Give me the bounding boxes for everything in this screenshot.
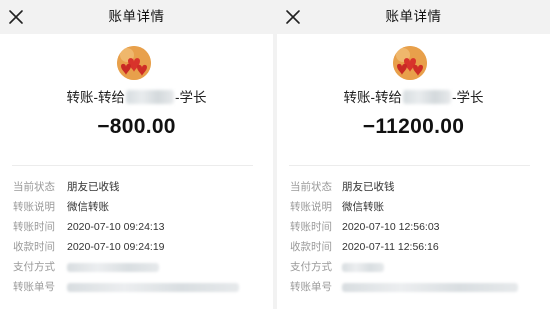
detail-label: 当前状态 (13, 181, 55, 193)
detail-row-payment-method: 支付方式 (0, 258, 273, 276)
detail-row-note: 转账说明 微信转账 (0, 198, 273, 216)
detail-label: 收款时间 (13, 241, 55, 253)
detail-value: 2020-07-11 12:56:16 (342, 241, 439, 253)
detail-value: 微信转账 (67, 201, 109, 213)
detail-row-receive-time: 收款时间 2020-07-11 12:56:16 (277, 238, 550, 256)
detail-label: 转账说明 (13, 201, 55, 213)
blurred-name (403, 90, 451, 104)
detail-label: 转账时间 (13, 221, 55, 233)
detail-label: 当前状态 (290, 181, 332, 193)
amount: −800.00 (97, 115, 176, 138)
detail-value: 2020-07-10 09:24:13 (67, 221, 165, 233)
detail-label: 转账单号 (13, 281, 55, 293)
detail-row-transfer-time: 转账时间 2020-07-10 09:24:13 (0, 218, 273, 236)
bill-detail-panel-right: 账单详情 转账-转给 -学长 −11200.00 当前状态 朋友已收钱 转账说明 … (277, 0, 550, 309)
top-bar: 账单详情 (0, 0, 273, 34)
detail-row-receive-time: 收款时间 2020-07-10 09:24:19 (0, 238, 273, 256)
detail-label: 支付方式 (13, 261, 55, 273)
payee-suffix: -学长 (452, 90, 484, 105)
detail-row-order-number: 转账单号 (0, 278, 273, 296)
payee-prefix: 转账-转给 (343, 90, 403, 105)
avatar-hearts-icon (393, 46, 427, 80)
page-title: 账单详情 (385, 9, 442, 24)
avatar (393, 46, 427, 80)
detail-row-status: 当前状态 朋友已收钱 (277, 178, 550, 196)
detail-value-blurred (342, 258, 384, 278)
amount: −11200.00 (362, 115, 465, 138)
detail-row-transfer-time: 转账时间 2020-07-10 12:56:03 (277, 218, 550, 236)
page-title: 账单详情 (108, 9, 165, 24)
avatar-hearts-icon (117, 46, 151, 80)
payee-line: 转账-转给 -学长 (0, 88, 273, 108)
payee-prefix: 转账-转给 (66, 90, 126, 105)
detail-row-status: 当前状态 朋友已收钱 (0, 178, 273, 196)
payee-line: 转账-转给 -学长 (277, 88, 550, 108)
top-bar: 账单详情 (277, 0, 550, 34)
avatar (117, 46, 151, 80)
divider (12, 165, 253, 166)
detail-value-blurred (67, 258, 159, 278)
divider (289, 165, 530, 166)
detail-value: 朋友已收钱 (342, 181, 395, 193)
detail-value: 2020-07-10 12:56:03 (342, 221, 440, 233)
detail-label: 收款时间 (290, 241, 332, 253)
detail-label: 支付方式 (290, 261, 332, 273)
detail-value-blurred (342, 278, 518, 298)
detail-row-order-number: 转账单号 (277, 278, 550, 296)
detail-label: 转账说明 (290, 201, 332, 213)
payee-suffix: -学长 (175, 90, 207, 105)
detail-row-payment-method: 支付方式 (277, 258, 550, 276)
detail-label: 转账时间 (290, 221, 332, 233)
detail-value: 朋友已收钱 (67, 181, 120, 193)
detail-label: 转账单号 (290, 281, 332, 293)
detail-row-note: 转账说明 微信转账 (277, 198, 550, 216)
bill-detail-panel-left: 账单详情 转账-转给 -学长 −800.00 当前状态 朋友已收钱 转账说明 微信… (0, 0, 273, 309)
blurred-name (126, 90, 174, 104)
detail-value: 微信转账 (342, 201, 384, 213)
detail-value: 2020-07-10 09:24:19 (67, 241, 165, 253)
detail-value-blurred (67, 278, 239, 298)
